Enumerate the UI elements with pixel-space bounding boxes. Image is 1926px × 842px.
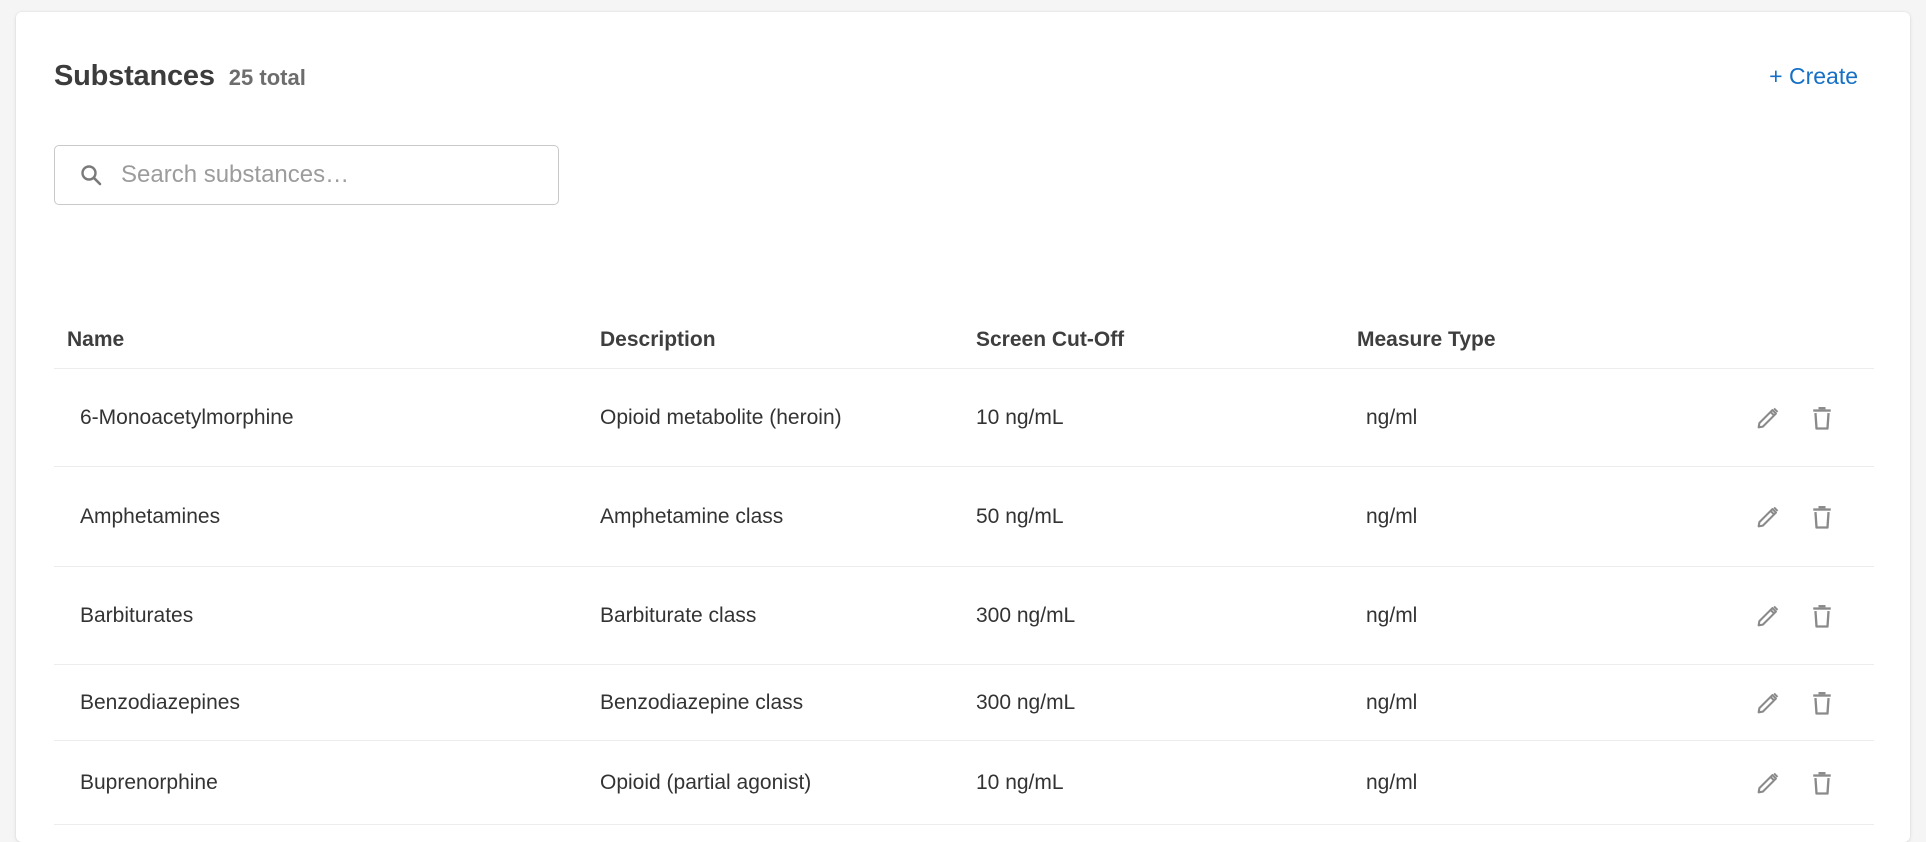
cell-cutoff: 300 ng/mL (976, 664, 1357, 741)
column-header-measure-type[interactable]: Measure Type (1357, 312, 1657, 369)
cell-description: Opioid metabolite (heroin) (600, 368, 976, 467)
search-box[interactable] (54, 145, 559, 205)
row-actions (1657, 769, 1874, 797)
cell-cutoff: 10 ng/mL (976, 740, 1357, 825)
edit-icon[interactable] (1754, 404, 1782, 432)
cell-cutoff: 50 ng/mL (976, 466, 1357, 567)
edit-icon[interactable] (1754, 689, 1782, 717)
cell-name: Barbiturates (54, 566, 600, 665)
delete-icon[interactable] (1808, 689, 1836, 717)
cell-description: Opioid (partial agonist) (600, 740, 976, 825)
table-row[interactable]: Buprenorphine Opioid (partial agonist) 10 … (54, 740, 1874, 825)
delete-icon[interactable] (1808, 503, 1836, 531)
cell-description: Benzodiazepine class (600, 664, 976, 741)
table-row[interactable]: Benzodiazepines Benzodiazepine class 300 n… (54, 664, 1874, 741)
edit-icon[interactable] (1754, 503, 1782, 531)
table-row[interactable]: Amphetamines Amphetamine class 50 ng/mL ng/… (54, 466, 1874, 567)
cell-description: Amphetamine class (600, 466, 976, 567)
cell-measure-type: ng/ml (1357, 664, 1657, 741)
delete-icon[interactable] (1808, 769, 1836, 797)
table-row[interactable]: Barbiturates Barbiturate class 300 ng/mL ng… (54, 566, 1874, 665)
cell-measure-type: ng/ml (1357, 566, 1657, 665)
table-row[interactable]: 6-Monoacetylmorphine Opioid metabolite (h… (54, 368, 1874, 467)
cell-cutoff: 300 ng/mL (976, 566, 1357, 665)
row-actions (1657, 602, 1874, 630)
cell-name: 6-Monoacetylmorphine (54, 368, 600, 467)
table-body: 6-Monoacetylmorphine Opioid metabolite (h… (54, 368, 1874, 825)
cell-measure-type: ng/ml (1357, 368, 1657, 467)
column-header-description[interactable]: Description (600, 312, 976, 369)
table-header-row: Name Description Screen Cut-Off Measure … (54, 312, 1874, 369)
cell-measure-type: ng/ml (1357, 740, 1657, 825)
cell-name: Buprenorphine (54, 740, 600, 825)
cell-cutoff: 10 ng/mL (976, 368, 1357, 467)
column-header-name[interactable]: Name (54, 312, 600, 369)
cell-name: Benzodiazepines (54, 664, 600, 741)
search-input[interactable] (119, 160, 523, 190)
row-actions (1657, 689, 1874, 717)
cell-actions (1657, 740, 1874, 825)
cell-actions (1657, 466, 1874, 567)
column-header-cutoff[interactable]: Screen Cut-Off (976, 312, 1357, 369)
page-header: Substances 25 total (54, 60, 306, 93)
delete-icon[interactable] (1808, 404, 1836, 432)
row-actions (1657, 503, 1874, 531)
page-title: Substances (54, 60, 215, 92)
substances-table: Name Description Screen Cut-Off Measure … (54, 312, 1874, 825)
row-actions (1657, 404, 1874, 432)
search-icon (81, 165, 102, 186)
substances-card: Substances 25 total + Create Name Descri… (16, 12, 1910, 842)
cell-name: Amphetamines (54, 466, 600, 567)
cell-measure-type: ng/ml (1357, 466, 1657, 567)
total-count: 25 total (228, 65, 306, 90)
create-button[interactable]: + Create (1769, 63, 1858, 90)
edit-icon[interactable] (1754, 602, 1782, 630)
delete-icon[interactable] (1808, 602, 1836, 630)
column-header-actions (1657, 312, 1874, 369)
edit-icon[interactable] (1754, 769, 1782, 797)
cell-description: Barbiturate class (600, 566, 976, 665)
cell-actions (1657, 566, 1874, 665)
cell-actions (1657, 368, 1874, 467)
cell-actions (1657, 664, 1874, 741)
